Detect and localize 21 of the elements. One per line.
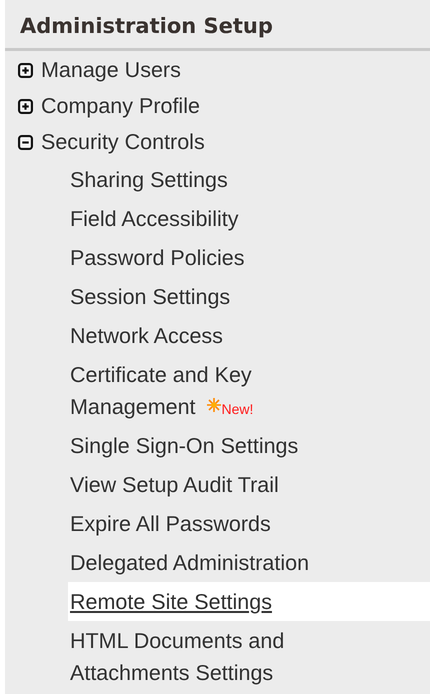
collapse-icon[interactable] [18, 134, 33, 150]
setup-link[interactable]: Delegated Administration [70, 547, 310, 579]
setup-link[interactable]: Expire All Passwords [70, 508, 271, 540]
panel-title: Administration Setup [5, 0, 430, 51]
setup-link[interactable]: Certificate and Key Management New! [70, 359, 362, 423]
setup-link[interactable]: Field Accessibility [70, 203, 238, 235]
setup-link[interactable]: Single Sign-On Settings [70, 430, 298, 462]
setup-link[interactable]: View Setup Audit Trail [70, 469, 279, 501]
setup-link[interactable]: HTML Documents and Attachments Settings [70, 625, 362, 689]
setup-link[interactable]: Session Settings [70, 281, 230, 313]
new-label: New! [207, 398, 254, 416]
expand-icon[interactable] [18, 98, 33, 114]
starburst-icon [207, 398, 222, 412]
setup-link[interactable]: Sharing Settings [70, 164, 228, 196]
tree-item[interactable]: Manage Users [41, 58, 181, 82]
setup-link[interactable]: Remote Site Settings [70, 586, 272, 618]
tree-item[interactable]: Security Controls [41, 130, 205, 154]
setup-link[interactable]: Network Access [70, 320, 223, 352]
expand-icon[interactable] [18, 62, 33, 78]
tree-item[interactable]: Company Profile [41, 94, 200, 118]
setup-link[interactable]: Password Policies [70, 242, 244, 274]
